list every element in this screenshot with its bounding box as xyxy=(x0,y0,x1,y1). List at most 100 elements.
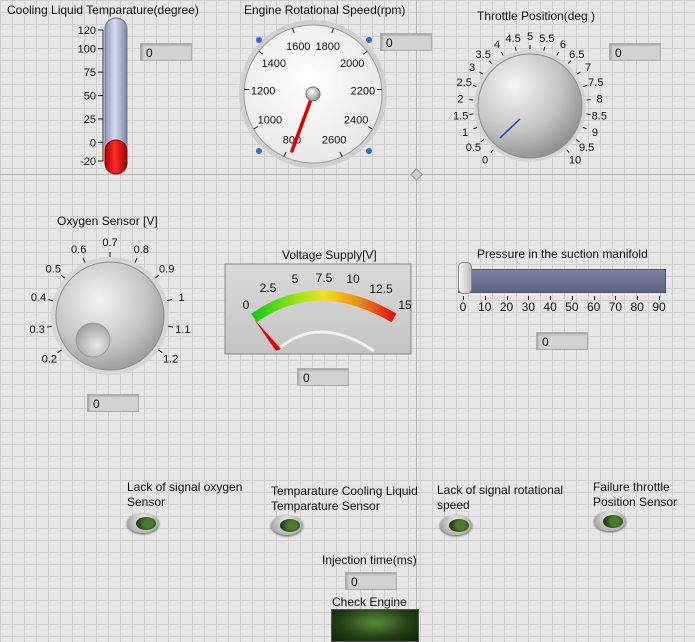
pressure-tick-label: 70 xyxy=(605,300,625,314)
splitter-handle[interactable] xyxy=(410,168,423,181)
oxygen-label: 1.2 xyxy=(163,353,178,365)
thermometer-value: 0 xyxy=(140,43,192,61)
tachometer-label: 2000 xyxy=(340,58,364,70)
throttle-value: 0 xyxy=(609,43,661,61)
throttle-tick xyxy=(473,127,477,128)
throttle-tick xyxy=(491,150,494,153)
throttle-tick xyxy=(489,61,492,64)
knob-dimple xyxy=(76,323,110,357)
throttle-sensor-led xyxy=(594,511,626,531)
oxygen-tick xyxy=(48,299,53,300)
tachometer-label: 1200 xyxy=(251,86,275,98)
throttle-label: 6 xyxy=(560,39,566,51)
throttle-label: 3.5 xyxy=(476,49,491,61)
oxygen-tick xyxy=(168,326,173,327)
throttle-label: 9 xyxy=(592,127,598,139)
resize-handle-icon xyxy=(256,37,262,43)
thermometer: 1201007550250-20 xyxy=(60,14,140,179)
throttle-tick xyxy=(577,72,580,74)
oxygen-label: 0.2 xyxy=(42,353,57,365)
rotational-signal-led xyxy=(440,515,472,535)
throttle-tick xyxy=(568,61,571,64)
thermometer-tick-label: 25 xyxy=(84,114,96,126)
pressure-tick-label: 50 xyxy=(562,300,582,314)
voltage-value: 0 xyxy=(297,368,349,386)
vertical-splitter[interactable] xyxy=(416,0,417,641)
pressure-slider-thumb[interactable] xyxy=(458,262,472,294)
tachometer-label: 2600 xyxy=(322,134,346,146)
oxygen-label: 0.5 xyxy=(46,263,61,275)
tachometer-label: 2400 xyxy=(344,114,368,126)
voltage-meter[interactable]: 02.557.51012.515 xyxy=(224,263,412,355)
check-engine-led xyxy=(331,609,419,642)
thermometer-tick-label: 100 xyxy=(78,44,96,56)
throttle-label: 4.5 xyxy=(505,33,520,45)
throttle-tick xyxy=(515,47,516,51)
thermometer-fluid xyxy=(105,140,127,174)
pressure-tick-label: 30 xyxy=(518,300,538,314)
pressure-scale: 0102030405060708090 xyxy=(458,296,664,318)
oxygen-knob[interactable]: 0.20.30.40.50.60.70.80.911.11.2 xyxy=(10,228,210,393)
oxygen-label: 1 xyxy=(178,292,184,304)
indicator-label: Failure throttle Position Sensor xyxy=(593,480,677,510)
tachometer-label: 2200 xyxy=(351,86,375,98)
throttle-tick xyxy=(481,140,484,142)
oxygen-signal-led xyxy=(127,513,159,533)
throttle-tick xyxy=(470,114,474,115)
resize-handle-icon xyxy=(366,37,372,43)
pressure-tick-label: 20 xyxy=(497,300,517,314)
throttle-label: 8.5 xyxy=(592,111,607,123)
pressure-value: 0 xyxy=(536,332,588,350)
throttle-tick xyxy=(479,72,482,74)
oxygen-tick xyxy=(61,275,65,278)
throttle-tick xyxy=(473,85,477,86)
oxygen-title: Oxygen Sensor [V] xyxy=(57,214,158,228)
throttle-tick xyxy=(586,114,590,115)
throttle-label: 4 xyxy=(494,39,500,51)
indicator-label: Lack of signal rotational speed xyxy=(437,483,563,513)
throttle-label: 2 xyxy=(457,94,463,106)
voltage-tick-label: 0 xyxy=(243,298,250,312)
throttle-tick xyxy=(583,127,587,128)
throttle-label: 5.5 xyxy=(539,33,554,45)
tachometer-gauge[interactable]: 800100012001400160018002000220024002600 xyxy=(234,18,389,173)
throttle-knob[interactable]: 00.511.522.533.544.555.566.577.588.599.5… xyxy=(438,20,608,175)
tachometer-label: 1000 xyxy=(258,114,282,126)
voltage-tick-label: 10 xyxy=(346,272,360,286)
thermometer-tick-label: 0 xyxy=(90,137,96,149)
throttle-label: 10 xyxy=(569,155,581,167)
oxygen-tick xyxy=(47,326,52,327)
throttle-label: 6.5 xyxy=(569,49,584,61)
pressure-slider-track[interactable] xyxy=(458,269,666,293)
throttle-tick xyxy=(567,150,570,153)
throttle-label: 3 xyxy=(469,62,475,74)
throttle-tick xyxy=(544,47,545,51)
oxygen-tick xyxy=(167,299,172,300)
throttle-label: 8 xyxy=(597,94,603,106)
resize-handle-icon xyxy=(366,148,372,154)
throttle-label: 5 xyxy=(527,31,533,43)
oxygen-label: 0.6 xyxy=(71,244,86,256)
voltage-tick-label: 15 xyxy=(398,298,412,312)
oxygen-label: 1.1 xyxy=(175,324,190,336)
thermometer-tick-label: 120 xyxy=(78,25,96,37)
pressure-tick-label: 10 xyxy=(475,300,495,314)
injection-value: 0 xyxy=(345,572,397,590)
oxygen-label: 0.3 xyxy=(29,324,44,336)
oxygen-label: 0.8 xyxy=(134,244,149,256)
tachometer-hub xyxy=(306,87,320,101)
indicator-label: Lack of signal oxygen Sensor xyxy=(127,480,242,510)
thermometer-tick-label: 50 xyxy=(84,91,96,103)
pressure-title: Pressure in the suction manifold xyxy=(477,247,648,261)
throttle-label: 1 xyxy=(462,127,468,139)
pressure-tick-label: 0 xyxy=(453,300,473,314)
injection-title: Injection time(ms) xyxy=(322,553,417,567)
pressure-tick-label: 80 xyxy=(627,300,647,314)
oxygen-tick xyxy=(83,258,85,263)
resize-handle-icon xyxy=(256,148,262,154)
oxygen-label: 0.4 xyxy=(31,292,46,304)
tachometer-value: 0 xyxy=(380,33,432,51)
oxygen-label: 0.9 xyxy=(159,263,174,275)
oxygen-tick xyxy=(158,350,162,353)
throttle-label: 2.5 xyxy=(457,77,472,89)
